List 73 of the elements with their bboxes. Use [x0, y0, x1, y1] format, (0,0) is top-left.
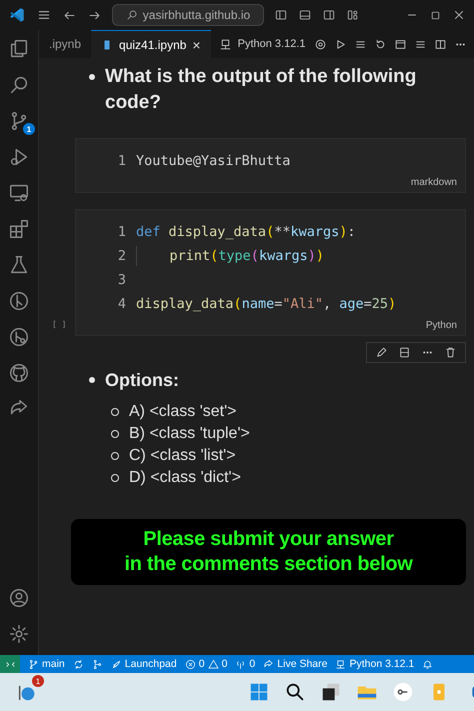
code-line: Youtube@YasirBhutta [136, 153, 290, 169]
bullet-icon [111, 452, 119, 460]
execution-count: [ ] [52, 320, 66, 329]
problems-button[interactable]: 0 0 [184, 658, 228, 670]
line-number: 2 [116, 248, 127, 264]
python-version-button[interactable]: Python 3.12.1 [335, 658, 414, 670]
right-panel-layout-icon[interactable] [322, 8, 336, 22]
question-text: What is the output of the following code? [105, 65, 418, 115]
search-field[interactable]: yasirbhutta.github.io [112, 4, 264, 26]
options-heading: Options: [105, 369, 179, 392]
sidebar-layout-icon[interactable] [274, 8, 288, 22]
option-text: A) <class 'set'> [129, 403, 236, 421]
kernel-picker[interactable]: Python 3.12.1 [210, 30, 306, 58]
kernel-icon [335, 658, 346, 670]
editor-tab[interactable]: quiz41.ipynb × [91, 30, 211, 58]
kernel-icon [218, 38, 232, 50]
live-share-icon [263, 658, 274, 670]
gear-icon[interactable] [314, 38, 326, 50]
panel-layout-icon[interactable] [298, 8, 312, 22]
line-number: 3 [116, 272, 127, 288]
vscode-logo-icon [8, 6, 26, 24]
line-number: 4 [116, 296, 127, 312]
github-icon[interactable] [8, 362, 30, 384]
key-icon[interactable] [392, 681, 414, 703]
warning-icon [208, 658, 219, 670]
bullet-icon [89, 74, 95, 80]
split-editor-icon[interactable] [434, 38, 446, 50]
split-cell-icon[interactable] [398, 346, 411, 359]
markdown-cell[interactable]: 1 Youtube@YasirBhutta markdown [75, 138, 466, 193]
remote-explorer-icon[interactable] [8, 182, 30, 204]
branch-button[interactable]: main [28, 658, 65, 670]
notification-badge: 1 [32, 675, 44, 687]
line-number: 1 [116, 224, 127, 240]
live-share-button[interactable]: Live Share [263, 658, 328, 670]
bullet-icon [111, 408, 119, 416]
variables-icon[interactable] [394, 38, 406, 50]
option-text: C) <class 'list'> [129, 447, 236, 465]
antenna-icon [235, 658, 246, 670]
line-number: 1 [116, 153, 127, 169]
launchpad-button[interactable]: Launchpad [110, 658, 177, 670]
start-icon[interactable] [248, 681, 270, 703]
bullet-icon [89, 377, 95, 383]
comment-banner: Please submit your answer in the comments section below [71, 519, 466, 585]
flask-icon[interactable] [8, 254, 30, 276]
explorer-icon[interactable] [8, 38, 30, 60]
error-icon [184, 658, 196, 670]
edit-icon[interactable] [375, 346, 388, 359]
extensions-icon[interactable] [8, 218, 30, 240]
bullet-icon [111, 430, 119, 438]
run-debug-icon[interactable] [8, 146, 30, 168]
ports-button[interactable]: 0 [235, 658, 256, 670]
search-icon [126, 9, 138, 21]
bell-icon[interactable] [422, 658, 434, 670]
option-text: B) <class 'tuple'> [129, 425, 250, 443]
settings-icon[interactable] [8, 623, 30, 645]
cell-language: Python [426, 320, 457, 331]
sync-icon[interactable] [72, 658, 84, 670]
code-line: print(type(kwargs)) [170, 248, 324, 264]
task-view-icon[interactable] [320, 681, 342, 703]
trash-icon[interactable] [444, 346, 457, 359]
customize-layout-icon[interactable] [346, 8, 360, 22]
branch-icon [28, 658, 39, 670]
code-line: def display_data(**kwargs): [136, 224, 356, 240]
notification-badge: 1 [23, 123, 35, 135]
search-icon[interactable] [284, 681, 306, 703]
bullet-icon [111, 474, 119, 482]
rocket-icon [110, 658, 122, 670]
close-icon[interactable] [452, 8, 466, 22]
cell-language: markdown [410, 177, 457, 188]
code-line: display_data(name="Ali", age=25) [136, 296, 396, 312]
account-icon[interactable] [8, 587, 30, 609]
remote-button[interactable] [0, 655, 20, 673]
option-text: D) <class 'dict'> [129, 469, 241, 487]
